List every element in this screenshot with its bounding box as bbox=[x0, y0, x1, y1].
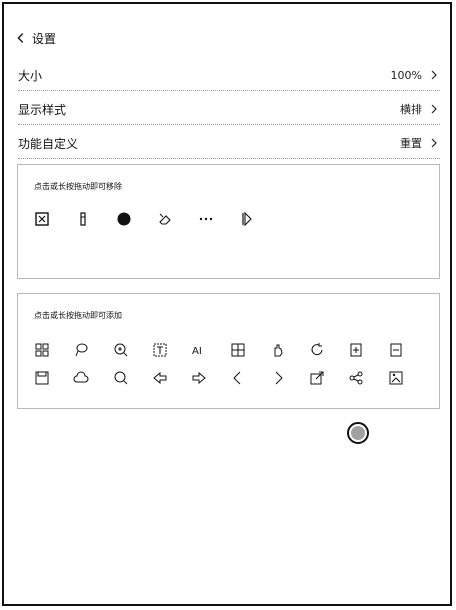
hand-icon[interactable] bbox=[270, 338, 309, 362]
next-icon[interactable] bbox=[270, 366, 309, 390]
template-icon[interactable] bbox=[388, 366, 427, 390]
setting-size-label: 大小 bbox=[18, 68, 43, 83]
remove-panel-title: 点击或长按拖动即可移除 bbox=[34, 182, 122, 191]
chevron-right-icon bbox=[428, 69, 440, 81]
undo-icon[interactable] bbox=[152, 366, 191, 390]
remove-icons-row bbox=[34, 207, 427, 231]
settings-frame: 设置 大小 100% 显示样式 横排 功能自定义 重置 点击或长按拖动即可移除 … bbox=[2, 2, 452, 606]
setting-display-style-value: 横排 bbox=[400, 103, 422, 116]
ai-icon[interactable]: AI bbox=[191, 338, 230, 362]
row-divider bbox=[18, 124, 440, 125]
chevron-left-icon[interactable] bbox=[14, 31, 28, 45]
grid-icon[interactable] bbox=[34, 338, 73, 362]
setting-display-style-row[interactable]: 显示样式 横排 bbox=[18, 96, 440, 122]
eraser-icon[interactable] bbox=[157, 207, 198, 231]
setting-custom-function-label: 功能自定义 bbox=[18, 136, 79, 151]
remove-panel: 点击或长按拖动即可移除 bbox=[17, 164, 440, 279]
add-panel: 点击或长按拖动即可添加 AI bbox=[17, 293, 440, 409]
chevron-right-icon bbox=[428, 103, 440, 115]
row-divider bbox=[18, 158, 440, 159]
export-icon[interactable] bbox=[309, 366, 348, 390]
row-divider bbox=[18, 90, 440, 91]
setting-size-value: 100% bbox=[390, 68, 422, 82]
floating-circle-button[interactable] bbox=[347, 422, 369, 444]
setting-display-style-label: 显示样式 bbox=[18, 102, 67, 117]
add-icons-row-1: AI bbox=[34, 338, 427, 362]
page-title: 设置 bbox=[32, 31, 57, 46]
frame-select-icon[interactable] bbox=[34, 207, 75, 231]
text-box-icon[interactable] bbox=[152, 338, 191, 362]
redo-icon[interactable] bbox=[191, 366, 230, 390]
setting-size-row[interactable]: 大小 100% bbox=[18, 62, 440, 88]
zoom-in-icon[interactable] bbox=[113, 338, 152, 362]
reset-button[interactable]: 重置 bbox=[400, 135, 422, 151]
add-panel-title: 点击或长按拖动即可添加 bbox=[34, 311, 122, 320]
chevron-right-icon bbox=[428, 137, 440, 149]
share-icon[interactable] bbox=[348, 366, 387, 390]
svg-text:AI: AI bbox=[192, 346, 202, 357]
add-icons-row-2 bbox=[34, 366, 427, 390]
header: 设置 bbox=[14, 28, 56, 48]
table-icon[interactable] bbox=[230, 338, 269, 362]
more-horizontal-icon[interactable] bbox=[198, 207, 239, 231]
search-icon[interactable] bbox=[113, 366, 152, 390]
remove-page-icon[interactable] bbox=[388, 338, 427, 362]
filled-circle-icon[interactable] bbox=[116, 207, 157, 231]
play-toggle-icon[interactable] bbox=[239, 207, 280, 231]
save-icon[interactable] bbox=[34, 366, 73, 390]
add-page-icon[interactable] bbox=[348, 338, 387, 362]
lasso-icon[interactable] bbox=[73, 338, 112, 362]
cloud-icon[interactable] bbox=[73, 366, 112, 390]
previous-icon[interactable] bbox=[230, 366, 269, 390]
setting-custom-function-row[interactable]: 功能自定义 重置 bbox=[18, 130, 440, 156]
refresh-icon[interactable] bbox=[309, 338, 348, 362]
pen-icon[interactable] bbox=[75, 207, 116, 231]
circle-button-icon bbox=[351, 426, 365, 440]
